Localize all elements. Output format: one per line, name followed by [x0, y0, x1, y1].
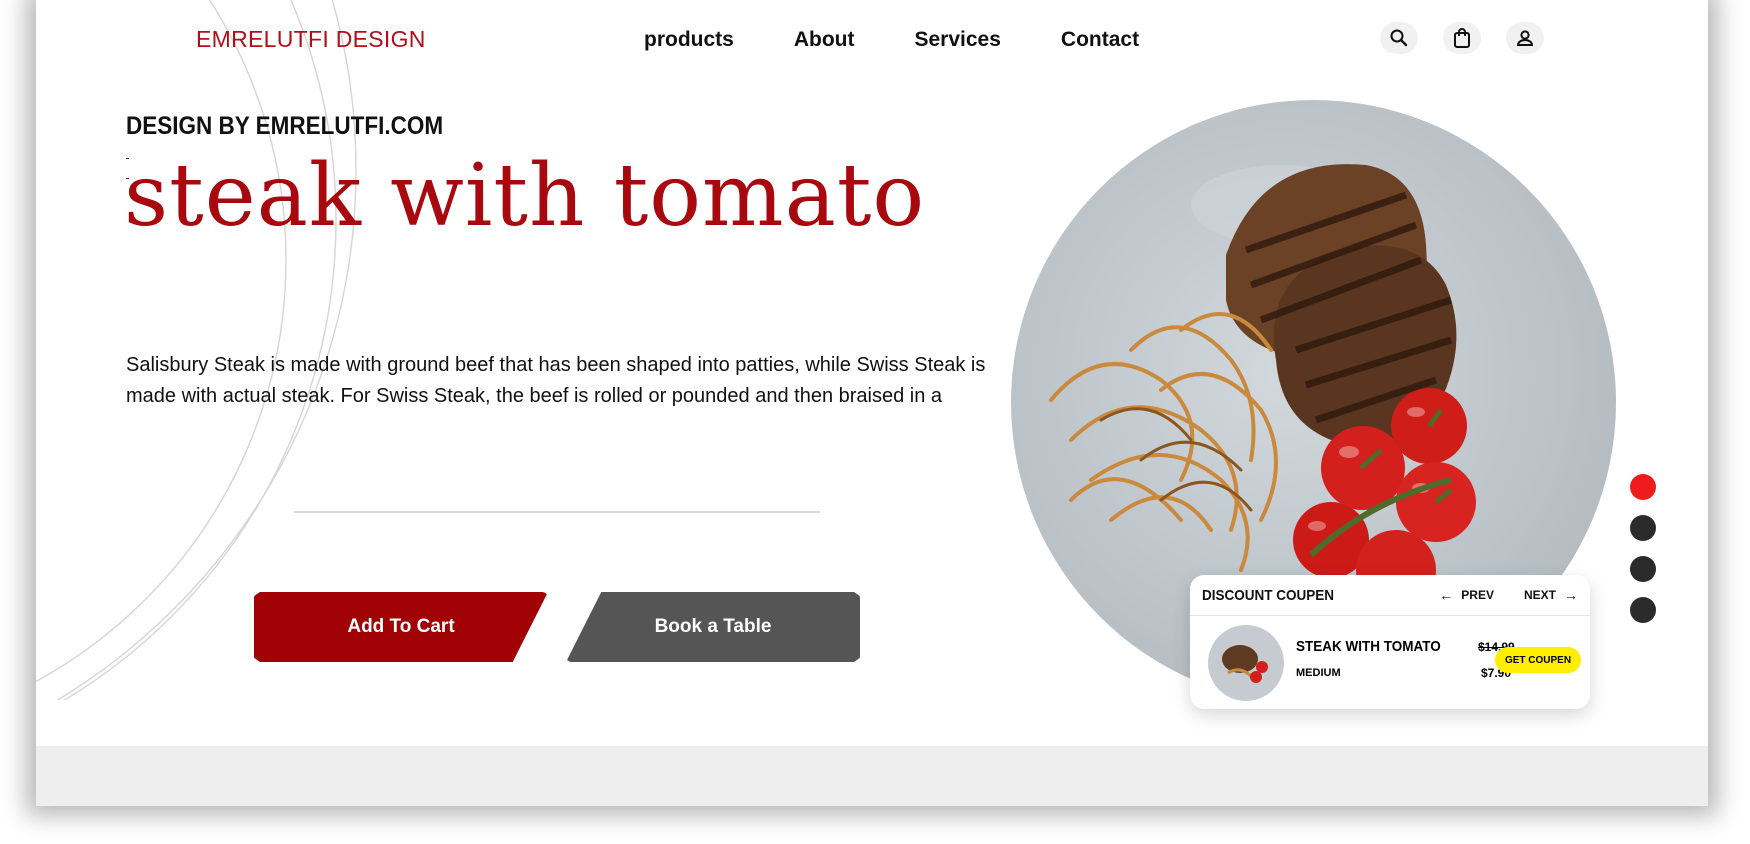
coupon-heading: DISCOUNT COUPEN: [1202, 586, 1335, 604]
coupon-header: DISCOUNT COUPEN ← PREV NEXT →: [1190, 575, 1590, 616]
user-icon: [1516, 30, 1534, 46]
main-nav: products About Services Contact: [644, 28, 1199, 52]
divider: [294, 511, 820, 513]
coupon-item-size: MEDIUM: [1296, 667, 1341, 679]
book-table-label: Book a Table: [654, 616, 772, 637]
next-label: NEXT: [1523, 588, 1556, 602]
arrow-right-icon: →: [1564, 587, 1578, 603]
slider-dot-4[interactable]: [1630, 597, 1656, 623]
slider-dot-3[interactable]: [1630, 556, 1656, 582]
page-frame: EMRELUTFI DESIGN products About Services…: [36, 0, 1708, 806]
prev-label: PREV: [1461, 588, 1494, 602]
search-button[interactable]: [1380, 22, 1418, 54]
cart-bag-button[interactable]: [1443, 22, 1481, 54]
discount-coupon-card: DISCOUNT COUPEN ← PREV NEXT → STEAK WITH…: [1190, 575, 1590, 709]
steak-thumbnail-image: [1222, 645, 1268, 683]
coupon-next-button[interactable]: NEXT →: [1524, 587, 1578, 603]
nav-services[interactable]: Services: [915, 28, 1001, 52]
slider-dots: [1630, 474, 1656, 638]
nav-about[interactable]: About: [794, 28, 855, 52]
coupon-item-name: STEAK WITH TOMATO: [1296, 638, 1441, 655]
book-table-button[interactable]: Book a Table: [566, 592, 860, 662]
brand-logo[interactable]: EMRELUTFI DESIGN: [196, 26, 426, 53]
hero-title: steak with tomato: [124, 146, 926, 246]
search-icon: [1390, 29, 1408, 47]
arrow-left-icon: ←: [1439, 587, 1454, 603]
get-coupon-button[interactable]: GET COUPEN: [1495, 647, 1581, 673]
slider-dot-1[interactable]: [1630, 474, 1656, 500]
coupon-prev-button[interactable]: ← PREV: [1439, 587, 1494, 603]
hero-eyebrow: DESIGN BY EMRELUTFI.COM: [126, 112, 444, 140]
footer-band: [36, 746, 1708, 806]
hero-description: Salisbury Steak is made with ground beef…: [126, 354, 986, 407]
coupon-item-thumbnail: [1208, 625, 1284, 701]
nav-contact[interactable]: Contact: [1061, 28, 1139, 52]
bag-icon: [1454, 28, 1470, 48]
nav-products[interactable]: products: [644, 28, 734, 52]
slider-dot-2[interactable]: [1630, 515, 1656, 541]
add-to-cart-button[interactable]: Add To Cart: [254, 592, 548, 662]
account-button[interactable]: [1506, 22, 1544, 54]
add-to-cart-label: Add To Cart: [347, 616, 455, 637]
